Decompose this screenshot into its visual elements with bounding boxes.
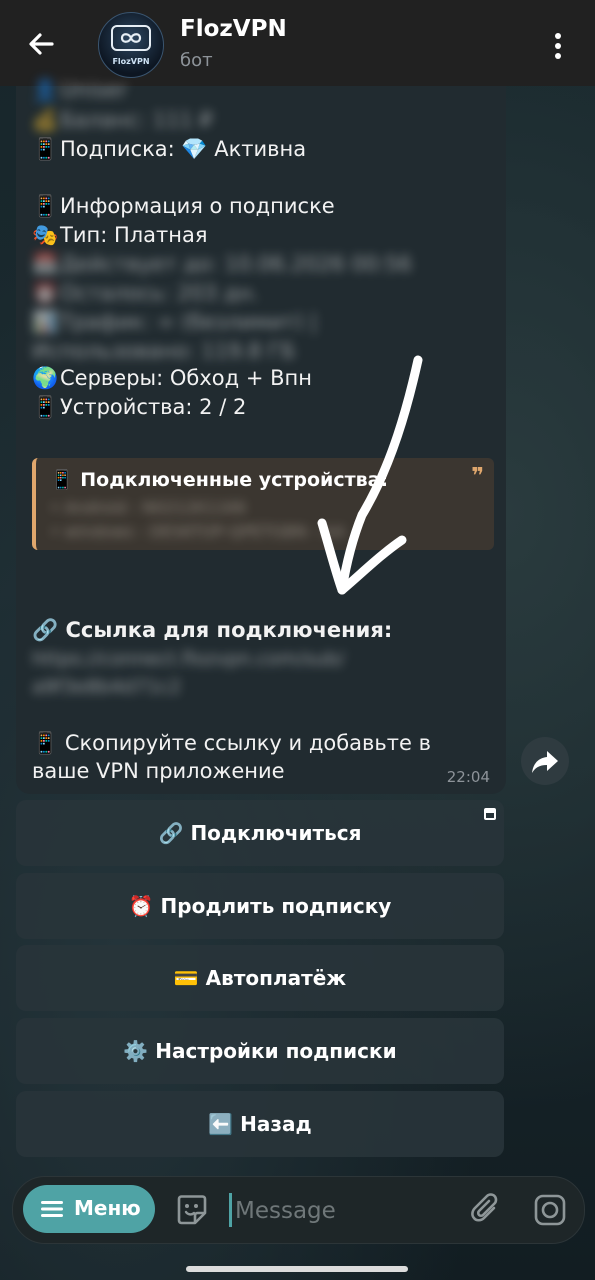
share-forward-icon[interactable] [521, 737, 569, 785]
menu-button[interactable]: Меню [23, 1185, 155, 1233]
chat-title[interactable]: FlozVPN [180, 16, 287, 42]
device-item: • Android - N0212K1166 [50, 498, 247, 517]
message-line-remaining: ⏰Осталось: 203 дн. [32, 281, 259, 305]
message-footer-line: ваше VPN приложение [32, 759, 285, 783]
avatar-logo-text: FlozVPN [112, 57, 150, 66]
back-button[interactable]: ⬅️ Назад [16, 1091, 504, 1157]
subscription-settings-button[interactable]: ⚙️ Настройки подписки [16, 1018, 504, 1084]
chat-subtitle: бот [180, 50, 213, 71]
autopay-button[interactable]: 💳 Автоплатёж [16, 945, 504, 1011]
message-line-user: 👤Uniser [32, 78, 128, 102]
message-line-devices: 📱Устройства: 2 / 2 [32, 395, 247, 419]
paperclip-icon[interactable] [467, 1191, 505, 1229]
subscription-link[interactable]: https://connect.flozvpn.com/sub/ [32, 648, 344, 670]
extend-subscription-button[interactable]: ⏰ Продлить подписку [16, 873, 504, 939]
quote-mark-icon: ❞ [471, 464, 484, 489]
message-line-subscription: 📱Подписка: 💎 Активна [32, 137, 307, 161]
message-line-servers: 🌍Серверы: Обход + Впн [32, 366, 312, 390]
back-arrow-icon[interactable] [22, 24, 62, 64]
message-line-info-heading: 📱Информация о подписке [32, 194, 335, 218]
text-cursor [229, 1193, 232, 1227]
hamburger-icon [41, 1201, 63, 1217]
chat-header: FlozVPN FlozVPN бот [0, 0, 595, 86]
link-label: 🔗 Ссылка для подключения: [32, 618, 393, 642]
message-input[interactable] [233, 1189, 457, 1233]
message-line-type: 🎭Тип: Платная [32, 223, 208, 247]
more-options-icon[interactable] [548, 28, 568, 64]
sticker-emoji-icon[interactable] [173, 1191, 211, 1229]
message-composer: Меню [12, 1176, 585, 1244]
message-line-traffic: 📊Трафик: ∞ (безлимит) | [32, 310, 318, 334]
home-indicator [186, 1266, 408, 1272]
message-footer-line: 📱 Скопируйте ссылку и добавьте в [32, 731, 431, 755]
menu-label: Меню [74, 1196, 141, 1220]
message-time: 22:04 [446, 768, 490, 786]
drawn-arrow-annotation [317, 355, 423, 595]
subscription-link[interactable]: a9f3e8b4d71c2 [32, 676, 181, 698]
message-line-valid-until: 📅Действует до: 10.06.2026 00:56 [32, 252, 412, 276]
message-line-used: Использовано: 119.8 ГБ [32, 339, 296, 363]
open-app-icon [484, 808, 496, 820]
infinity-logo-icon [111, 25, 151, 51]
connect-button[interactable]: 🔗 Подключиться [16, 800, 504, 866]
camera-icon[interactable] [531, 1191, 569, 1229]
bot-avatar[interactable]: FlozVPN [98, 12, 164, 78]
message-line-balance: 💰Баланс: 111 ₽ [32, 108, 213, 132]
